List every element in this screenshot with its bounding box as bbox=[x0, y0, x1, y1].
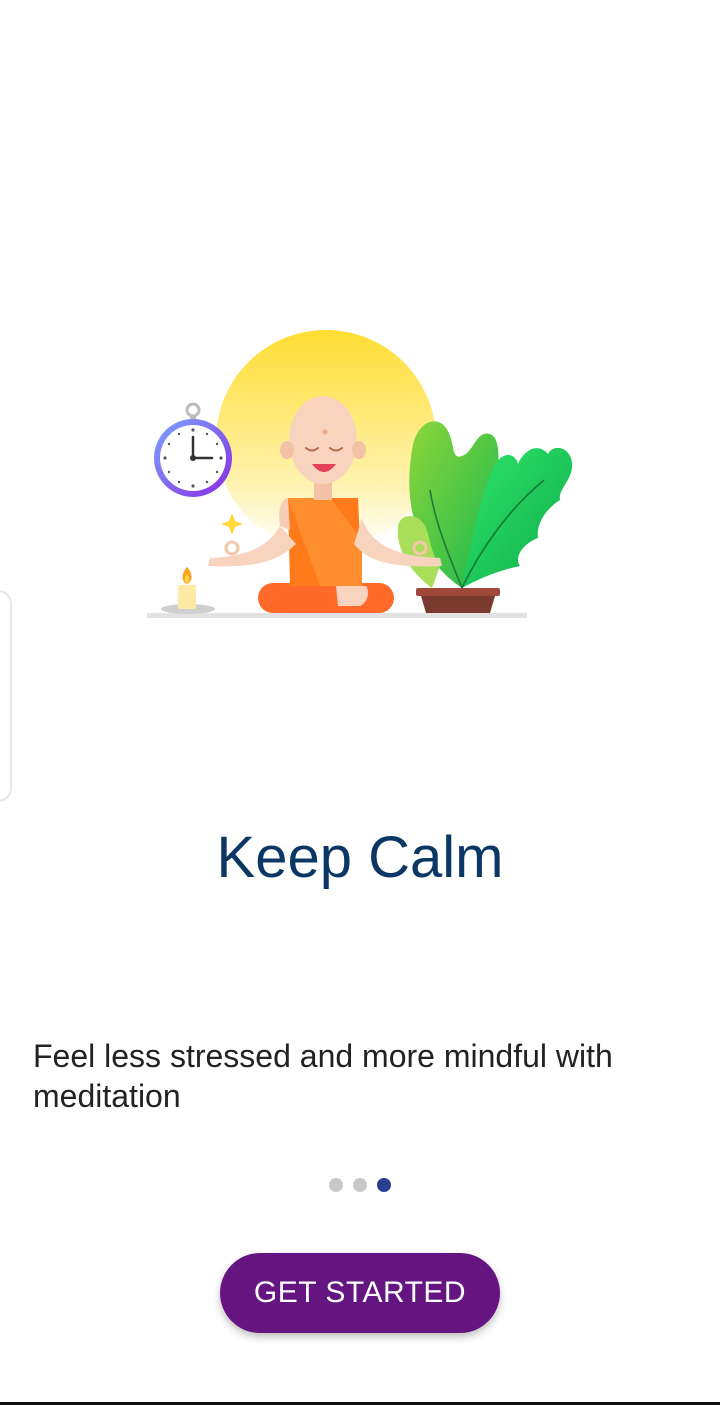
page-dot-1[interactable] bbox=[329, 1178, 343, 1192]
onboarding-screen: Keep Calm Feel less stressed and more mi… bbox=[0, 0, 720, 1405]
candle-icon bbox=[161, 567, 215, 614]
get-started-button[interactable]: GET STARTED bbox=[220, 1253, 500, 1333]
ground-line bbox=[147, 613, 527, 618]
page-indicator bbox=[329, 1178, 391, 1192]
edge-panel-handle[interactable] bbox=[0, 590, 12, 802]
sparkle-icon bbox=[221, 513, 243, 535]
onboarding-title: Keep Calm bbox=[216, 825, 504, 890]
onboarding-description: Feel less stressed and more mindful with… bbox=[33, 1038, 613, 1114]
meditation-illustration bbox=[147, 330, 573, 618]
page-dot-2[interactable] bbox=[353, 1178, 367, 1192]
potted-plant-icon bbox=[397, 421, 573, 613]
page-dot-3-active[interactable] bbox=[377, 1178, 391, 1192]
